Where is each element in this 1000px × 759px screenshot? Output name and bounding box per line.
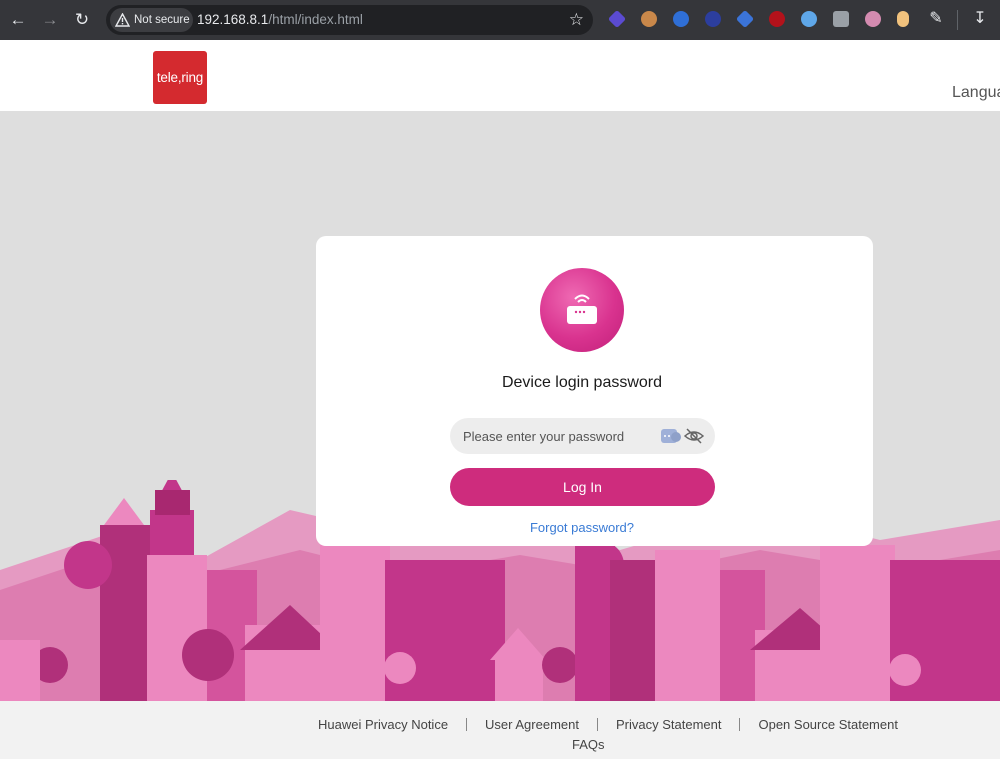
page-footer: Huawei Privacy Notice User Agreement Priva…	[0, 701, 1000, 759]
router-icon	[567, 294, 597, 324]
password-manager-icon[interactable]	[661, 427, 682, 445]
extensions-puzzle-icon[interactable]: ✎	[925, 8, 947, 30]
back-icon[interactable]: ←	[6, 8, 30, 32]
footer-separator	[596, 718, 598, 731]
login-card: Device login password Log In Forgot pass…	[316, 236, 873, 546]
footer-link-faqs[interactable]: FAQs	[572, 737, 605, 752]
router-avatar	[540, 268, 624, 352]
security-chip[interactable]: Not secure	[110, 8, 193, 32]
forgot-password-link[interactable]: Forgot password?	[316, 520, 848, 535]
password-field[interactable]	[450, 418, 715, 454]
extension-layers-icon[interactable]	[607, 9, 627, 29]
address-bar[interactable]: Not secure 192.168.8.1/html/index.html ☆	[106, 5, 593, 35]
security-label: Not secure	[134, 14, 190, 26]
extension-avatar-icon[interactable]	[865, 11, 881, 27]
page-header: tele,ring Langua	[0, 40, 1000, 111]
browser-toolbar: ← → ↻ Not secure 192.168.8.1/html/index.…	[0, 0, 1000, 40]
url-text: 192.168.8.1/html/index.html	[197, 5, 363, 35]
extension-ab-icon[interactable]	[705, 11, 721, 27]
download-icon[interactable]: ↧	[969, 8, 991, 30]
footer-separator	[466, 718, 468, 731]
extension-tag-icon[interactable]	[735, 9, 755, 29]
footer-link-user-agreement[interactable]: User Agreement	[485, 717, 579, 732]
language-selector[interactable]: Langua	[952, 84, 1000, 102]
login-title: Device login password	[501, 374, 663, 391]
forward-icon[interactable]: →	[38, 8, 62, 32]
extension-cookie-icon[interactable]	[641, 11, 657, 27]
footer-link-privacy-statement[interactable]: Privacy Statement	[616, 717, 722, 732]
bookmark-star-icon[interactable]: ☆	[569, 9, 584, 31]
toolbar-divider	[957, 10, 958, 30]
footer-link-open-source-statement[interactable]: Open Source Statement	[758, 717, 897, 732]
extension-blue-circle-icon[interactable]	[673, 11, 689, 27]
hide-password-eye-icon[interactable]	[684, 427, 704, 445]
reload-icon[interactable]: ↻	[70, 8, 94, 32]
extension-square-icon[interactable]	[833, 11, 849, 27]
warning-icon	[115, 13, 130, 27]
footer-links: Huawei Privacy Notice User Agreement Priva…	[318, 717, 898, 733]
footer-link-huawei-privacy-notice[interactable]: Huawei Privacy Notice	[318, 717, 448, 732]
url-path: /html/index.html	[268, 12, 363, 27]
password-input[interactable]	[463, 418, 653, 454]
extension-egg-icon[interactable]	[897, 11, 909, 27]
extension-ublock-icon[interactable]	[769, 11, 785, 27]
telering-logo: tele,ring	[153, 51, 207, 104]
footer-separator	[739, 718, 741, 731]
url-host: 192.168.8.1	[197, 12, 269, 27]
extension-colorful-icon[interactable]	[801, 11, 817, 27]
login-button[interactable]: Log In	[450, 468, 715, 506]
